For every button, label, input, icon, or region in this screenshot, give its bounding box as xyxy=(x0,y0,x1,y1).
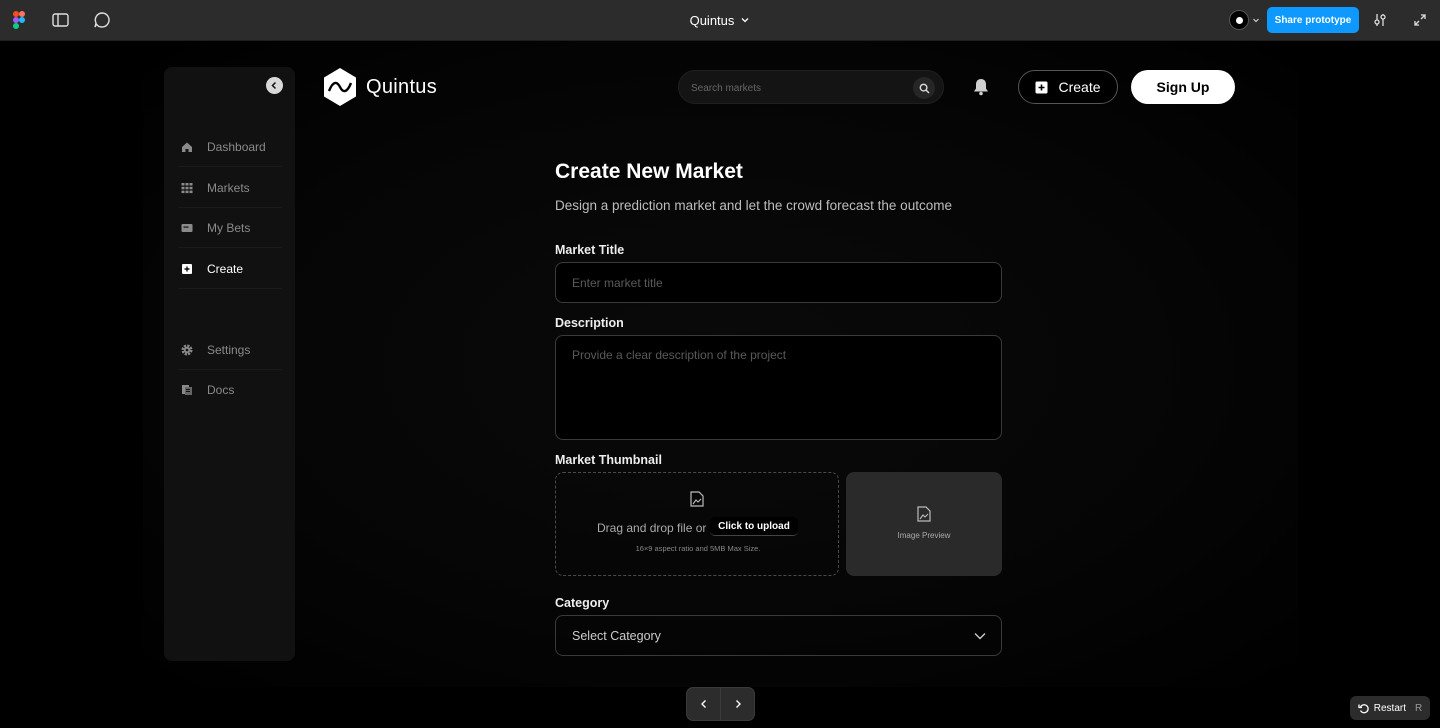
description-textarea[interactable] xyxy=(555,335,1002,440)
docs-icon xyxy=(181,384,193,396)
next-frame-button[interactable] xyxy=(721,688,754,720)
figma-logo-icon[interactable] xyxy=(12,11,26,29)
sidebar-collapse-button[interactable] xyxy=(266,77,283,94)
restart-shortcut: R xyxy=(1415,702,1423,714)
home-icon xyxy=(181,141,193,153)
thumbnail-label: Market Thumbnail xyxy=(555,453,662,467)
brand-name: Quintus xyxy=(366,75,438,98)
avatar[interactable] xyxy=(1229,10,1249,30)
create-button-label: Create xyxy=(1058,79,1101,95)
description-label: Description xyxy=(555,316,624,330)
click-to-upload-button[interactable]: Click to upload xyxy=(710,517,798,536)
gear-icon xyxy=(181,343,193,356)
plus-square-icon xyxy=(1035,81,1048,93)
thumbnail-dropzone[interactable]: Drag and drop file or Click to upload 16… xyxy=(555,472,839,576)
search-bar xyxy=(678,70,944,104)
dropzone-text: Drag and drop file or xyxy=(597,521,707,535)
restart-label: Restart xyxy=(1373,702,1406,714)
image-preview: Image Preview xyxy=(846,472,1002,576)
sidebar-item-markets[interactable]: Markets xyxy=(178,168,282,208)
sidebar-item-label: Settings xyxy=(207,342,251,357)
chevron-left-icon xyxy=(700,700,706,708)
chevron-left-icon xyxy=(271,81,277,90)
market-title-input[interactable] xyxy=(555,262,1002,303)
notification-bell-icon[interactable] xyxy=(971,77,991,97)
sidebar-item-my-bets[interactable]: My Bets xyxy=(178,208,282,248)
image-preview-label: Image Preview xyxy=(897,531,951,540)
sidebar-item-label: Markets xyxy=(207,180,250,195)
sidebar-toggle-icon[interactable] xyxy=(51,10,71,30)
figma-toolbar: Quintus Share prototype xyxy=(0,0,1440,41)
restart-button[interactable]: Restart R xyxy=(1350,696,1430,720)
settings-sliders-icon[interactable] xyxy=(1370,10,1390,30)
brand-logo[interactable]: Quintus xyxy=(322,67,437,107)
search-button[interactable] xyxy=(913,77,935,99)
category-select[interactable]: Select Category xyxy=(555,615,1002,656)
share-prototype-button[interactable]: Share prototype xyxy=(1267,7,1359,33)
search-icon xyxy=(919,83,929,93)
avatar-image xyxy=(1235,16,1243,24)
chevron-right-icon xyxy=(735,700,741,708)
market-title-label: Market Title xyxy=(555,243,625,257)
sidebar-item-create[interactable]: Create xyxy=(178,249,282,289)
sidebar-item-label: Dashboard xyxy=(207,139,266,154)
restart-icon xyxy=(1358,703,1369,713)
previous-frame-button[interactable] xyxy=(687,688,720,720)
grid-icon xyxy=(181,182,193,194)
avatar-chevron-down-icon[interactable] xyxy=(1250,12,1262,28)
chevron-down-icon[interactable] xyxy=(740,13,750,28)
plus-square-icon xyxy=(181,263,193,275)
search-input[interactable] xyxy=(691,79,901,97)
image-file-icon xyxy=(917,506,931,522)
sign-up-button[interactable]: Sign Up xyxy=(1131,70,1235,104)
page-title: Create New Market xyxy=(555,160,743,183)
comment-icon[interactable] xyxy=(92,10,112,30)
category-select-value: Select Category xyxy=(572,628,661,643)
file-title[interactable]: Quintus xyxy=(690,13,735,28)
image-file-icon xyxy=(690,491,704,507)
sidebar-item-settings[interactable]: Settings xyxy=(178,330,282,370)
file-title-menu: Quintus xyxy=(0,0,1440,41)
sidebar-item-docs[interactable]: Docs xyxy=(178,370,282,410)
sidebar-item-label: My Bets xyxy=(207,220,251,235)
dropzone-note: 16×9 aspect ratio and 5MB Max Size. xyxy=(635,544,761,553)
sidebar-item-label: Create xyxy=(207,261,244,276)
prototype-pager xyxy=(686,687,755,721)
create-button[interactable]: Create xyxy=(1018,70,1118,104)
expand-icon[interactable] xyxy=(1410,10,1430,30)
sidebar-item-label: Docs xyxy=(207,383,235,397)
ticket-icon xyxy=(181,222,193,234)
hexagon-logo-icon xyxy=(324,68,356,106)
chevron-down-icon xyxy=(974,633,986,640)
page-subtitle: Design a prediction market and let the c… xyxy=(555,198,952,213)
category-label: Category xyxy=(555,596,610,610)
sidebar-item-dashboard[interactable]: Dashboard xyxy=(178,127,282,167)
